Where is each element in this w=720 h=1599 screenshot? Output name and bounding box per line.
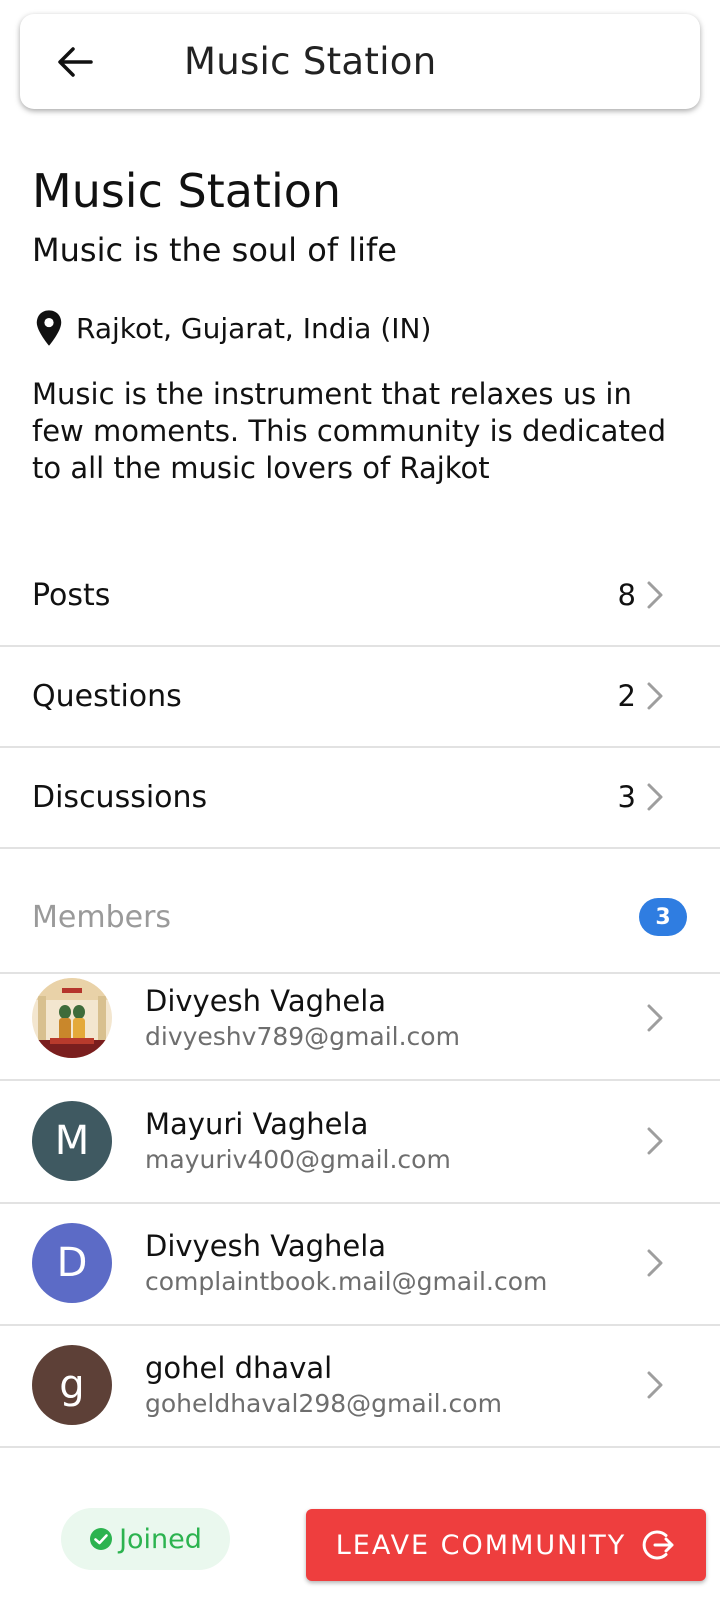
member-photo — [32, 977, 112, 1058]
posts-row[interactable]: Posts 8 — [0, 545, 720, 647]
member-email: goheldhaval298@gmail.com — [145, 1388, 502, 1418]
joined-status-chip: Joined — [61, 1508, 230, 1570]
chevron-right-icon — [647, 1371, 663, 1398]
questions-count: 2 — [617, 679, 636, 713]
avatar — [32, 977, 112, 1058]
community-description: Music is the instrument that relaxes us … — [32, 377, 667, 485]
community-header: Music Station Music is the soul of life … — [32, 160, 692, 487]
posts-count: 8 — [617, 578, 636, 612]
community-tagline: Music is the soul of life — [32, 231, 397, 269]
exit-icon — [642, 1530, 674, 1560]
member-email: divyeshv789@gmail.com — [145, 1021, 460, 1051]
chevron-right-icon — [647, 1004, 663, 1031]
chevron-right-icon — [647, 1249, 663, 1276]
member-list-item[interactable]: g gohel dhaval goheldhaval298@gmail.com — [0, 1323, 720, 1448]
member-email: mayuriv400@gmail.com — [145, 1144, 451, 1174]
community-location: Rajkot, Gujarat, India (IN) — [32, 308, 692, 348]
back-button[interactable] — [20, 14, 130, 109]
bottom-action-bar: Joined LEAVE COMMUNITY — [0, 1482, 720, 1592]
posts-label: Posts — [32, 577, 111, 613]
member-list-item[interactable]: Divyesh Vaghela divyeshv789@gmail.com — [0, 956, 720, 1081]
members-label: Members — [32, 899, 172, 935]
members-count-badge: 3 — [639, 898, 687, 936]
chevron-right-icon — [647, 581, 663, 609]
app-bar-title: Music Station — [184, 40, 437, 83]
discussions-row[interactable]: Discussions 3 — [0, 747, 720, 849]
location-pin-icon — [36, 310, 62, 346]
community-name: Music Station — [32, 164, 342, 218]
leave-community-button[interactable]: LEAVE COMMUNITY — [306, 1509, 706, 1581]
member-name: Divyesh Vaghela — [145, 1228, 387, 1263]
discussions-label: Discussions — [32, 779, 208, 815]
location-text: Rajkot, Gujarat, India (IN) — [76, 311, 432, 345]
avatar: D — [32, 1222, 112, 1303]
chevron-right-icon — [647, 783, 663, 811]
avatar: g — [32, 1344, 112, 1425]
leave-community-label: LEAVE COMMUNITY — [335, 1529, 627, 1561]
avatar: M — [32, 1100, 112, 1181]
arrow-left-icon — [58, 46, 93, 77]
chevron-right-icon — [647, 1127, 663, 1154]
member-name: Mayuri Vaghela — [145, 1106, 369, 1141]
member-name: gohel dhaval — [145, 1350, 333, 1385]
member-list-item[interactable]: D Divyesh Vaghela complaintbook.mail@gma… — [0, 1201, 720, 1326]
app-bar: Music Station — [20, 14, 700, 109]
member-name: Divyesh Vaghela — [145, 983, 387, 1018]
joined-label: Joined — [119, 1523, 202, 1555]
chevron-right-icon — [647, 682, 663, 710]
discussions-count: 3 — [617, 780, 636, 814]
questions-row[interactable]: Questions 2 — [0, 646, 720, 748]
questions-label: Questions — [32, 678, 182, 714]
member-email: complaintbook.mail@gmail.com — [145, 1266, 548, 1296]
member-list-item[interactable]: M Mayuri Vaghela mayuriv400@gmail.com — [0, 1079, 720, 1204]
check-circle-icon — [90, 1528, 113, 1550]
